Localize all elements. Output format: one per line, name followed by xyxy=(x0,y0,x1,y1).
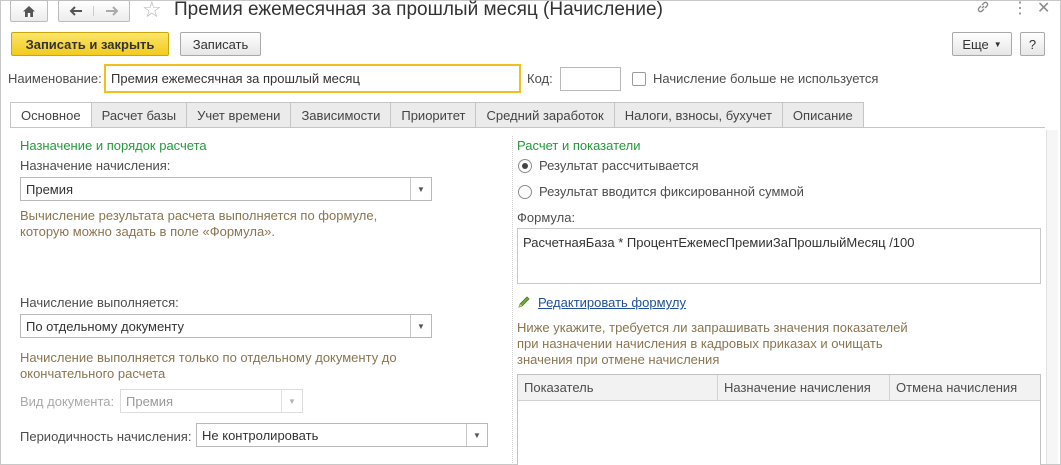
purpose-select[interactable]: Премия ▼ xyxy=(20,177,432,201)
save-button[interactable]: Записать xyxy=(180,32,261,56)
edit-formula-link[interactable]: Редактировать формулу xyxy=(538,295,686,310)
home-button[interactable] xyxy=(10,0,48,22)
favorite-star-icon[interactable]: ☆ xyxy=(142,0,162,21)
doc-type-value: Премия xyxy=(126,393,174,409)
purpose-value: Премия xyxy=(26,181,74,197)
back-button[interactable] xyxy=(59,6,95,16)
tab-bar: Основное Расчет базы Учет времени Зависи… xyxy=(10,102,864,128)
code-label: Код: xyxy=(527,71,553,86)
right-section-title: Расчет и показатели xyxy=(517,138,641,153)
nav-buttons xyxy=(58,0,130,22)
radio-fixed[interactable] xyxy=(518,185,532,199)
column-divider xyxy=(512,136,513,465)
doc-type-select: Премия ▼ xyxy=(120,389,303,413)
periodicity-value: Не контролировать xyxy=(202,427,319,443)
save-and-close-button[interactable]: Записать и закрыть xyxy=(11,32,169,56)
dropdown-arrow-icon[interactable]: ▼ xyxy=(410,315,431,337)
more-button[interactable]: Еще ▼ xyxy=(952,32,1012,56)
tab-main[interactable]: Основное xyxy=(10,102,91,128)
unused-label: Начисление больше не используется xyxy=(653,71,879,86)
tab-taxes[interactable]: Налоги, взносы, бухучет xyxy=(613,102,782,128)
vertical-scrollbar[interactable] xyxy=(1046,130,1058,464)
chevron-down-icon: ▼ xyxy=(993,39,1002,49)
unused-checkbox[interactable] xyxy=(632,72,646,86)
tab-description[interactable]: Описание xyxy=(781,102,864,128)
name-label: Наименование: xyxy=(8,71,102,86)
back-arrow-icon xyxy=(69,6,82,16)
dropdown-arrow-icon: ▼ xyxy=(281,390,302,412)
purpose-note-line-2: которую можно задать в поле «Формула». xyxy=(20,224,276,239)
forward-arrow-icon xyxy=(105,6,118,16)
indicators-table[interactable]: Показатель Назначение начисления Отмена … xyxy=(517,374,1041,465)
dropdown-arrow-icon[interactable]: ▼ xyxy=(410,178,431,200)
column-header-assignment[interactable]: Назначение начисления xyxy=(718,375,890,401)
tab-baseline xyxy=(10,127,1045,128)
link-icon[interactable] xyxy=(976,0,990,18)
tab-time-accounting[interactable]: Учет времени xyxy=(186,102,291,128)
formula-label: Формула: xyxy=(517,210,576,225)
tab-base-calculation[interactable]: Расчет базы xyxy=(90,102,187,128)
periodicity-label: Периодичность начисления: xyxy=(20,429,192,444)
window-title: Премия ежемесячная за прошлый месяц (Нач… xyxy=(174,0,663,20)
doc-type-label: Вид документа: xyxy=(20,394,115,409)
performed-label: Начисление выполняется: xyxy=(20,295,179,310)
tab-average-earnings[interactable]: Средний заработок xyxy=(475,102,614,128)
indicators-note-line-2: при назначении начисления в кадровых при… xyxy=(517,336,883,351)
tab-dependencies[interactable]: Зависимости xyxy=(290,102,391,128)
code-input[interactable] xyxy=(560,67,621,91)
radio-fixed-label: Результат вводится фиксированной суммой xyxy=(539,184,804,199)
more-label: Еще xyxy=(962,36,989,52)
more-icon[interactable]: ⋮ xyxy=(1012,0,1028,18)
left-section-title: Назначение и порядок расчета xyxy=(20,138,207,153)
tab-priority[interactable]: Приоритет xyxy=(390,102,476,128)
performed-note-line-2: окончательного расчета xyxy=(20,366,166,381)
purpose-label: Назначение начисления: xyxy=(20,158,171,173)
column-header-cancellation[interactable]: Отмена начисления xyxy=(890,375,1040,401)
forward-button[interactable] xyxy=(94,6,129,16)
column-header-indicator[interactable]: Показатель xyxy=(518,375,718,401)
periodicity-select[interactable]: Не контролировать ▼ xyxy=(196,423,488,447)
help-button[interactable]: ? xyxy=(1020,32,1045,56)
indicators-note-line-1: Ниже укажите, требуется ли запрашивать з… xyxy=(517,320,908,335)
performed-select[interactable]: По отдельному документу ▼ xyxy=(20,314,432,338)
radio-calculated-label: Результат рассчитывается xyxy=(539,158,699,173)
pencil-icon xyxy=(517,295,531,312)
home-icon xyxy=(23,5,35,17)
purpose-note-line-1: Вычисление результата расчета выполняетс… xyxy=(20,208,378,223)
performed-note-line-1: Начисление выполняется только по отдельн… xyxy=(20,350,397,365)
performed-value: По отдельному документу xyxy=(26,318,184,334)
radio-calculated[interactable] xyxy=(518,159,532,173)
name-input[interactable]: Премия ежемесячная за прошлый месяц xyxy=(104,64,521,93)
indicators-note-line-3: значения при отмене начисления xyxy=(517,352,720,367)
formula-field[interactable]: РасчетнаяБаза * ПроцентЕжемесПремииЗаПро… xyxy=(517,228,1041,284)
dropdown-arrow-icon[interactable]: ▼ xyxy=(466,424,487,446)
close-icon[interactable]: ✕ xyxy=(1037,0,1050,18)
